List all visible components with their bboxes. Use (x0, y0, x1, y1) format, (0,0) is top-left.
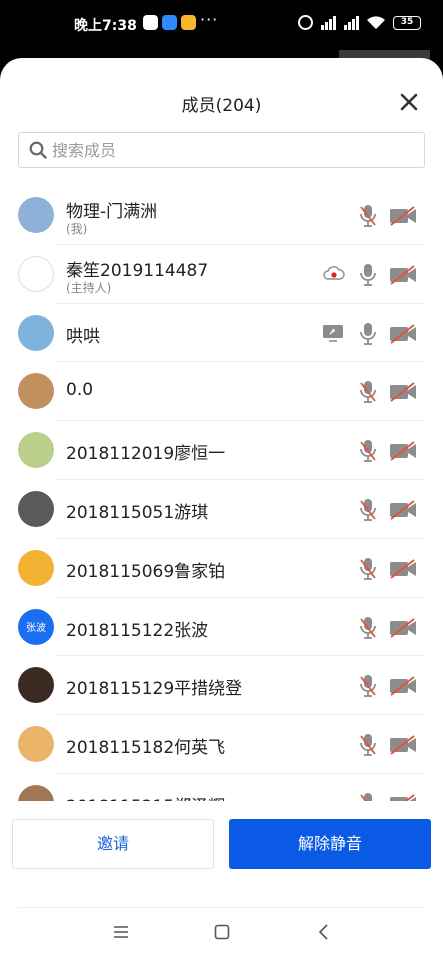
avatar (18, 726, 54, 763)
member-name: 物理-门满洲 (66, 202, 158, 222)
camera-off-icon[interactable] (389, 675, 417, 697)
member-row[interactable]: 0.0 (0, 362, 443, 422)
microphone-icon[interactable] (358, 557, 378, 581)
member-row[interactable]: 2018115069鲁家铂 (0, 539, 443, 598)
member-name: 0.0 (66, 380, 94, 401)
camera-off-icon[interactable] (389, 617, 417, 639)
microphone-icon[interactable] (358, 674, 378, 698)
alarm-icon (298, 15, 313, 30)
avatar (18, 432, 54, 469)
member-row[interactable]: 2018112019廖恒一 (0, 421, 443, 480)
avatar (18, 255, 54, 292)
search-box[interactable] (18, 132, 425, 168)
member-row[interactable]: 张波 2018115122张波 (0, 598, 443, 657)
member-name: 哄哄 (66, 326, 100, 347)
camera-off-icon[interactable] (389, 205, 417, 227)
camera-off-icon[interactable] (389, 793, 417, 801)
avatar (18, 549, 54, 586)
member-row[interactable]: 秦笙2019114487 (主持人) (0, 245, 443, 304)
member-row[interactable]: 2018115051游琪 (0, 480, 443, 539)
status-time: 晚上7:38 (74, 18, 137, 34)
camera-off-icon[interactable] (389, 323, 417, 345)
camera-off-icon[interactable] (389, 558, 417, 580)
member-name: 2018115069鲁家铂 (66, 561, 226, 582)
microphone-icon[interactable] (358, 380, 378, 404)
member-role: (我) (66, 222, 88, 236)
camera-off-icon[interactable] (389, 499, 417, 521)
member-list: 物理-门满洲 (我) 秦笙2019114487 (主持人) 哄哄 0.0 201811201… (0, 186, 443, 801)
search-icon (29, 141, 47, 159)
microphone-icon[interactable] (358, 792, 378, 801)
divider (18, 907, 425, 908)
search-input[interactable] (52, 140, 392, 160)
cloud-record-icon (323, 265, 345, 280)
avatar (18, 314, 54, 351)
app-notification-icon (143, 15, 158, 30)
microphone-icon[interactable] (358, 733, 378, 757)
microphone-icon[interactable] (358, 439, 378, 463)
members-panel: 成员(204) 物理-门满洲(我)秦笙2019114487(主持人)哄哄0.02… (0, 58, 443, 960)
member-row[interactable]: 哄哄 (0, 304, 443, 363)
avatar (18, 667, 54, 704)
microphone-icon[interactable] (358, 616, 378, 640)
avatar (18, 490, 54, 527)
member-name: 2018115215郑泽辉 (66, 792, 225, 801)
panel-title: 成员(204) (181, 96, 262, 116)
battery-icon: 35 (393, 15, 421, 30)
member-name: 2018112019廖恒一 (66, 444, 226, 465)
member-row[interactable]: 2018115129平措绕登 (0, 656, 443, 716)
member-row[interactable]: 物理-门满洲 (我) (0, 186, 443, 245)
member-name: 2018115122张波 (66, 620, 209, 641)
unmute-all-button[interactable]: 解除静音 (229, 819, 431, 869)
microphone-icon[interactable] (358, 322, 378, 346)
microphone-icon[interactable] (358, 263, 378, 287)
camera-off-icon[interactable] (389, 381, 417, 403)
screen-share-icon (323, 324, 343, 342)
wifi-icon (367, 16, 385, 29)
member-name: 秦笙2019114487 (66, 260, 209, 281)
menu-icon[interactable] (109, 920, 133, 944)
member-name: 2018115129平措绕登 (66, 679, 243, 700)
member-name: 2018115182何英飞 (66, 738, 226, 759)
app-notification-icon (181, 15, 196, 30)
member-name: 2018115051游琪 (66, 502, 209, 523)
camera-off-icon[interactable] (389, 264, 417, 286)
invite-button[interactable]: 邀请 (12, 819, 214, 869)
member-row[interactable]: 2018115215郑泽辉 (0, 774, 443, 801)
app-notification-icon (162, 15, 177, 30)
home-icon[interactable] (210, 920, 234, 944)
status-bar: 晚上7:38 ··· 35 (0, 0, 443, 52)
camera-off-icon[interactable] (389, 734, 417, 756)
signal-icon (344, 15, 359, 30)
avatar (18, 197, 54, 233)
close-icon[interactable] (398, 91, 420, 113)
member-row[interactable]: 2018115182何英飞 (0, 715, 443, 774)
signal-icon (321, 15, 336, 30)
avatar (18, 784, 54, 801)
microphone-icon[interactable] (358, 498, 378, 522)
microphone-icon[interactable] (358, 204, 378, 228)
avatar: 张波 (18, 608, 54, 645)
more-notifications-icon: ··· (200, 10, 219, 29)
camera-off-icon[interactable] (389, 440, 417, 462)
avatar (18, 373, 54, 410)
back-icon[interactable] (312, 920, 336, 944)
member-role: (主持人) (66, 280, 112, 295)
